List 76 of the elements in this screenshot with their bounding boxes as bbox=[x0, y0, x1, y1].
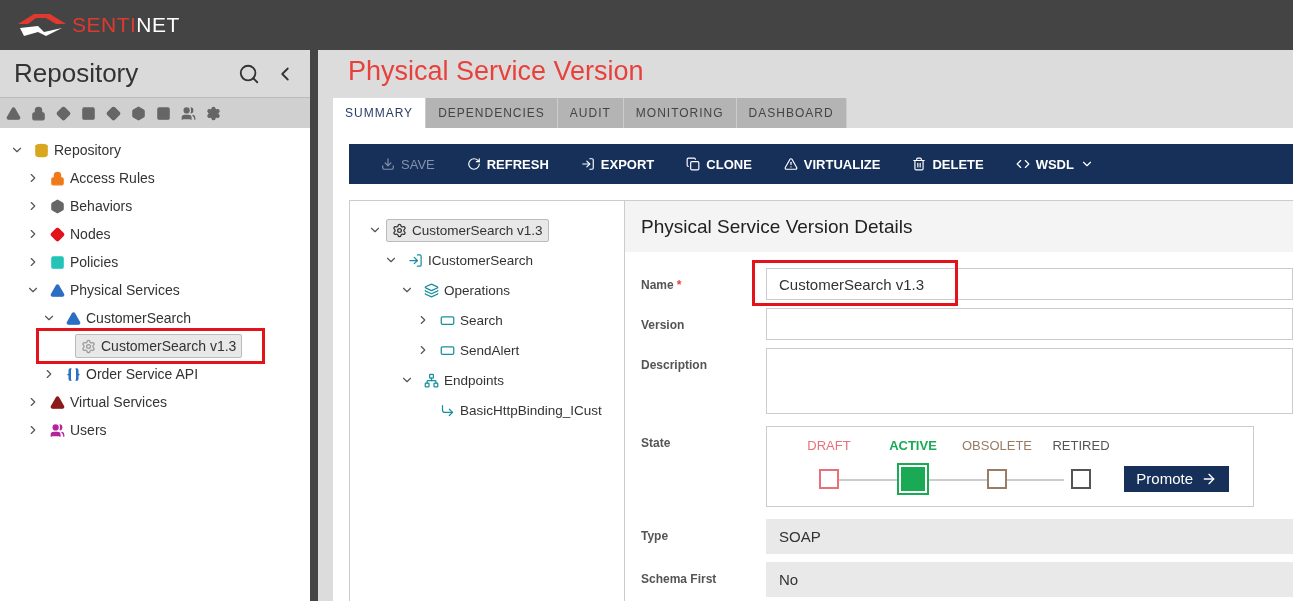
tab[interactable]: AUDIT bbox=[557, 98, 624, 128]
field-label: Type bbox=[641, 528, 670, 543]
users-icon bbox=[50, 422, 65, 438]
tree-item[interactable]: Operations bbox=[418, 278, 517, 302]
gear-icon bbox=[392, 222, 407, 238]
tree-item[interactable]: Policies bbox=[44, 250, 125, 274]
toolbar-button[interactable]: CLONE bbox=[674, 156, 764, 172]
field-label: Name * bbox=[641, 277, 683, 292]
tree-item[interactable]: Access Rules bbox=[44, 166, 161, 190]
search-icon[interactable] bbox=[238, 62, 260, 85]
tree-item[interactable]: Virtual Services bbox=[44, 390, 173, 414]
api-icon bbox=[66, 366, 81, 382]
state-label: ACTIVE bbox=[889, 438, 937, 453]
code-icon bbox=[1015, 157, 1030, 171]
toolbar-button[interactable]: DELETE bbox=[900, 156, 996, 172]
tree-item[interactable]: Order Service API bbox=[60, 362, 205, 386]
toolbar-button[interactable]: VIRTUALIZE bbox=[771, 156, 893, 172]
state-marker[interactable] bbox=[987, 469, 1007, 489]
tree-item[interactable]: SendAlert bbox=[434, 338, 526, 362]
readonly-field: SOAP bbox=[766, 519, 1293, 554]
filter-icon[interactable] bbox=[156, 105, 171, 121]
tab[interactable]: SUMMARY bbox=[333, 98, 427, 128]
clone-icon bbox=[686, 157, 701, 171]
filter-icon[interactable] bbox=[206, 105, 221, 121]
tab[interactable]: MONITORING bbox=[623, 98, 737, 128]
tree-item[interactable]: CustomerSearch v1.3 bbox=[386, 218, 549, 242]
sidebar-title: Repository bbox=[14, 58, 140, 89]
state-label: RETIRED bbox=[1052, 438, 1110, 453]
filter-icon[interactable] bbox=[106, 105, 121, 121]
filter-icon[interactable] bbox=[131, 105, 146, 121]
promote-button[interactable]: Promote bbox=[1124, 465, 1229, 492]
filter-icon[interactable] bbox=[81, 105, 96, 121]
toolbar-button[interactable]: REFRESH bbox=[454, 156, 561, 172]
state-marker[interactable] bbox=[897, 463, 929, 495]
toolbar-button[interactable]: EXPORT bbox=[568, 156, 667, 172]
state-label: DRAFT bbox=[807, 438, 851, 453]
filter-icon[interactable] bbox=[56, 105, 71, 121]
tree-item[interactable]: CustomerSearch bbox=[60, 306, 198, 330]
lock-icon bbox=[50, 170, 65, 186]
filter-icon[interactable] bbox=[6, 105, 21, 121]
filter-icon[interactable] bbox=[181, 105, 196, 121]
field-label: Description bbox=[641, 357, 708, 372]
tree-item[interactable]: CustomerSearch v1.3 bbox=[75, 334, 243, 358]
page-title: Physical Service Version bbox=[348, 56, 645, 88]
field-label: Schema First bbox=[641, 571, 718, 586]
tab[interactable]: DEPENDENCIES bbox=[426, 98, 558, 128]
brand-name: SENTINET bbox=[72, 13, 180, 37]
readonly-field: No bbox=[766, 562, 1293, 597]
state-label: OBSOLETE bbox=[961, 438, 1033, 453]
tree-item[interactable]: Endpoints bbox=[418, 368, 511, 392]
tree-item[interactable]: ICustomerSearch bbox=[402, 248, 540, 272]
delete-icon bbox=[912, 157, 927, 171]
tree-item[interactable]: Search bbox=[434, 308, 509, 332]
save-icon bbox=[381, 157, 395, 171]
database-icon bbox=[34, 142, 49, 158]
tree-item[interactable]: Behaviors bbox=[44, 194, 139, 218]
refresh-icon bbox=[466, 157, 481, 171]
tab[interactable]: DASHBOARD bbox=[736, 98, 847, 128]
diamond-icon bbox=[50, 226, 65, 242]
state-marker[interactable] bbox=[1071, 469, 1091, 489]
logo-icon bbox=[16, 12, 68, 38]
tree-item[interactable]: Nodes bbox=[44, 222, 117, 246]
tree-item[interactable]: BasicHttpBinding_ICust bbox=[434, 398, 608, 422]
tree-item[interactable]: Physical Services bbox=[44, 278, 186, 302]
state-marker[interactable] bbox=[819, 469, 839, 489]
text-field[interactable] bbox=[766, 308, 1293, 340]
field-label: State bbox=[641, 435, 672, 450]
field-label: Version bbox=[641, 317, 686, 332]
operations-icon bbox=[424, 282, 439, 298]
details-title: Physical Service Version Details bbox=[641, 215, 913, 238]
filter-icon[interactable] bbox=[31, 105, 46, 121]
text-field[interactable]: CustomerSearch v1.3 bbox=[766, 268, 1293, 300]
tree-item[interactable]: Users bbox=[44, 418, 113, 442]
toolbar-button[interactable]: WSDL bbox=[1003, 156, 1106, 172]
tree-item[interactable]: Repository bbox=[28, 138, 127, 162]
export-icon bbox=[580, 157, 595, 171]
